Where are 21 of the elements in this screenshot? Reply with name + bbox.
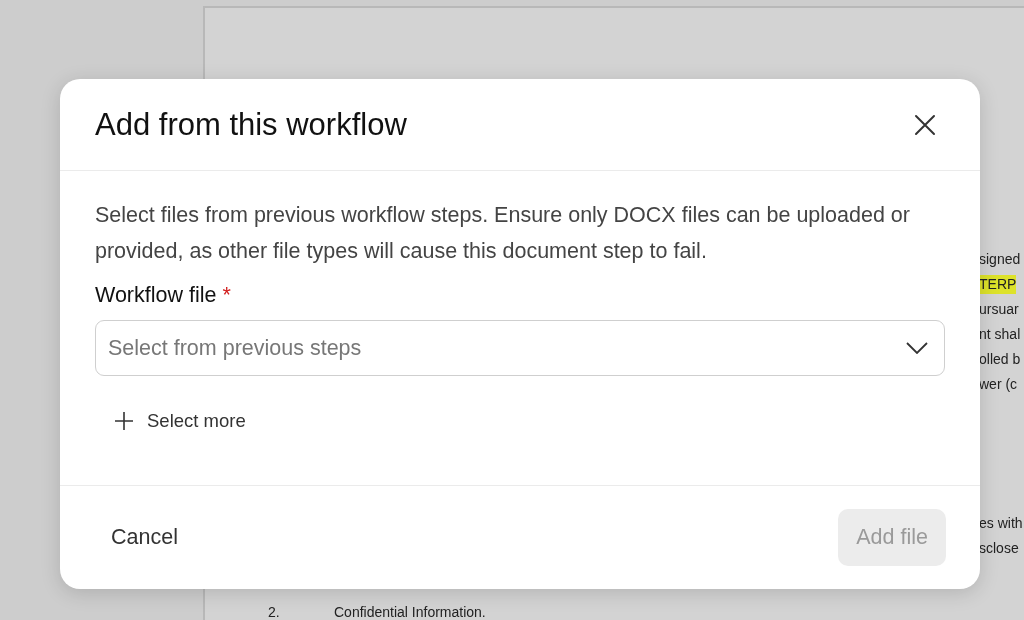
document-text: es with [979, 514, 1023, 533]
section-heading: Confidential Information. [334, 604, 486, 620]
chevron-down-icon [906, 342, 928, 354]
document-text: ursuar [979, 300, 1019, 319]
cancel-button[interactable]: Cancel [96, 509, 193, 566]
close-icon [914, 113, 936, 136]
plus-icon [115, 412, 133, 430]
document-text: nt shal [979, 325, 1021, 344]
required-marker: * [222, 283, 231, 308]
close-button[interactable] [914, 113, 936, 136]
description-text: Select files from previous workflow steps. Ensure only DOCX files can be uploaded or provided, as other file types will cause this document step to fail. [95, 202, 911, 265]
document-text: wer (c [979, 375, 1018, 394]
document-text: signed [979, 250, 1021, 269]
section-number: 2. [268, 604, 281, 620]
select-more-button[interactable]: Select more [115, 410, 246, 432]
workflow-file-dropdown[interactable]: Select from previous steps [95, 320, 945, 376]
field-label: Workflow file [95, 283, 217, 308]
dialog-title: Add from this workflow [95, 106, 407, 143]
document-text: sclose [979, 539, 1019, 558]
document-text: TERP [979, 275, 1017, 294]
document-text: olled b [979, 350, 1021, 369]
